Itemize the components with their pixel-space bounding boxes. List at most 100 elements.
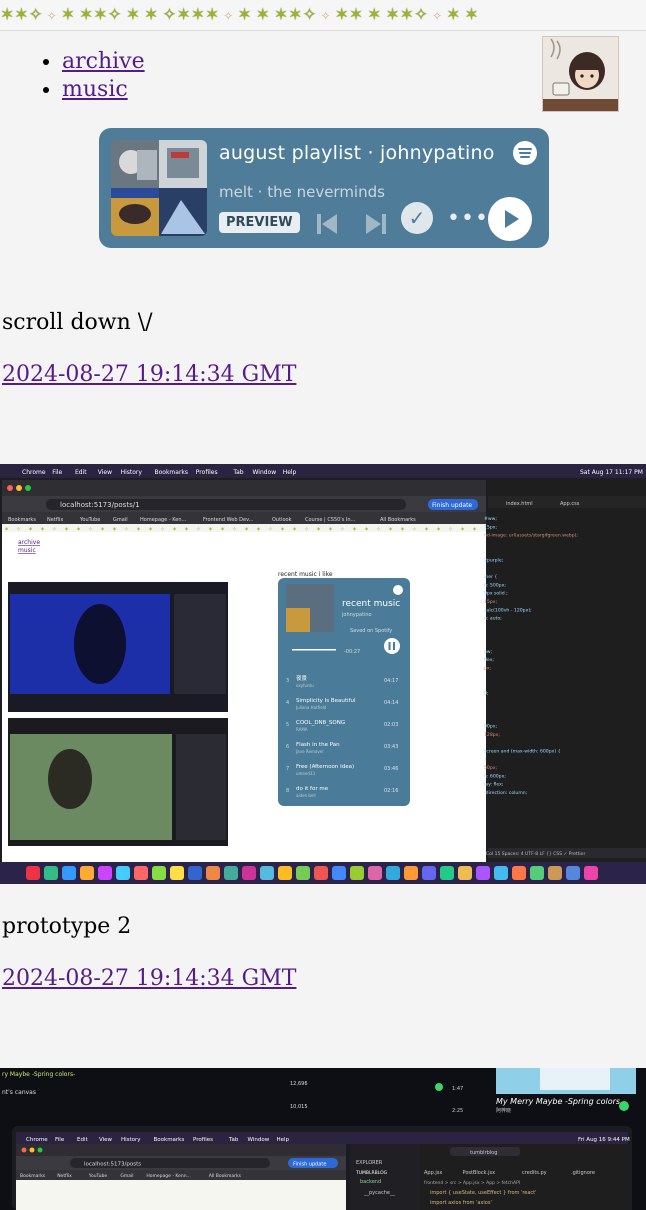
star-decoration-icon: ✶ bbox=[400, 526, 405, 533]
code-line: 0; bbox=[484, 690, 489, 696]
bookmark-item: Outlook bbox=[272, 517, 292, 523]
spotify-embed-player[interactable]: august playlist · johnypatino melt · the… bbox=[99, 128, 549, 248]
menubar-item: File bbox=[52, 469, 62, 476]
next-track-icon[interactable] bbox=[364, 212, 388, 236]
dock-app-icon bbox=[530, 866, 544, 880]
track-name: do it for me bbox=[296, 786, 329, 792]
track-duration: 04:17 bbox=[384, 678, 398, 684]
archive-link[interactable]: archive bbox=[62, 49, 145, 74]
track-number: 4 bbox=[286, 700, 289, 706]
code-line: 15px; bbox=[484, 524, 497, 530]
dock-app-icon bbox=[314, 866, 328, 880]
widget-user: johnypatino bbox=[341, 612, 372, 618]
canvas-label-fragment: nt's canvas bbox=[2, 1089, 36, 1096]
now-playing-title: My Merry Maybe -Spring colors bbox=[496, 1097, 620, 1106]
star-decoration-icon: ✶ bbox=[64, 526, 69, 533]
track-name: Simplicity Is Beautiful bbox=[296, 698, 356, 704]
menubar-item: Chrome bbox=[26, 1137, 48, 1143]
star-border-strip: ✶✶✧ ✧ ✶ ✶✶✧ ✶ ✶ ✧✶✶✶ ✧ ✶ ✶ ✶✶✧ ✧ ✶✶ ✶ ✶✶✧ ✧ ✶ ✶ bbox=[0, 0, 646, 30]
track-artist: RAMA bbox=[296, 727, 308, 732]
inner-nav-link: archive bbox=[18, 539, 40, 546]
code-line: -direction: column; bbox=[484, 790, 528, 796]
widget-saved: Saved on Spotify bbox=[350, 628, 392, 634]
menubar-item: Window bbox=[253, 469, 277, 476]
star-decoration-icon: ✶ bbox=[280, 526, 285, 533]
track-artist: Juliana Hatfield bbox=[295, 705, 327, 710]
track-number: 8 bbox=[286, 788, 289, 794]
code-line: import { useState, useEffect } from 'rea… bbox=[430, 1190, 537, 1196]
star-decoration-icon: ✧ bbox=[304, 526, 309, 533]
play-button[interactable] bbox=[488, 197, 532, 241]
star-decoration-icon: ✶ bbox=[4, 526, 9, 533]
previous-track-icon[interactable] bbox=[315, 212, 339, 236]
dock-app-icon bbox=[224, 866, 238, 880]
editor-tab: credits.py bbox=[522, 1170, 547, 1176]
explorer-heading: EXPLORER bbox=[356, 1160, 383, 1166]
post-date-link[interactable]: 2024-08-27 19:14:34 GMT bbox=[2, 362, 296, 387]
playlist-title: august playlist · johnypatino bbox=[219, 142, 495, 164]
dock-app-icon bbox=[350, 866, 364, 880]
dock-app-icon bbox=[188, 866, 202, 880]
code-line: 2purple; bbox=[484, 558, 504, 564]
star-decoration-icon: ✧ bbox=[124, 526, 129, 533]
recent-music-label: recent music i like bbox=[278, 571, 333, 578]
code-line: 128px; bbox=[484, 732, 500, 738]
code-line: calc(100vh - 120px); bbox=[484, 607, 532, 613]
star-decoration-icon: ✶ bbox=[148, 526, 153, 533]
play-count: 10,015 bbox=[290, 1104, 308, 1110]
dock-app-icon bbox=[80, 866, 94, 880]
editor-status-bar: Col 15 Spaces: 4 UTF-8 LF {} CSS ✓ Prett… bbox=[486, 851, 585, 857]
menubar-item: History bbox=[121, 469, 143, 476]
track-name: COOL_DN8_SONG bbox=[296, 720, 345, 726]
menubar-item: Bookmarks bbox=[155, 469, 189, 476]
widget-title: recent music bbox=[342, 599, 400, 609]
post-caption: prototype 2 bbox=[2, 914, 132, 939]
dock-app-icon bbox=[26, 866, 40, 880]
post-date-link[interactable]: 2024-08-27 19:14:34 GMT bbox=[2, 966, 296, 991]
menubar-item: Edit bbox=[75, 469, 87, 476]
menubar-item: Chrome bbox=[22, 469, 46, 476]
dock-app-icon bbox=[206, 866, 220, 880]
code-line: import axios from 'axios' bbox=[430, 1200, 492, 1206]
code-line: { bbox=[484, 757, 487, 763]
bookmark-item: Gmail bbox=[120, 1173, 133, 1179]
star-decoration-icon: ✶✶✧ bbox=[385, 5, 429, 25]
star-decoration-icon: ✧ bbox=[432, 9, 443, 23]
star-decoration-icon: ✶✶✧ bbox=[79, 5, 122, 25]
code-line: h: 500px; bbox=[484, 582, 506, 588]
dock-app-icon bbox=[242, 866, 256, 880]
play-count: 12,696 bbox=[290, 1081, 308, 1087]
music-link[interactable]: music bbox=[62, 77, 128, 102]
track-duration: 02:16 bbox=[384, 788, 398, 794]
preview-badge: PREVIEW bbox=[219, 212, 300, 233]
star-decoration-icon: ✶ bbox=[144, 5, 159, 25]
now-playing-artist: 阿梓晓 bbox=[496, 1107, 511, 1114]
star-decoration-icon: ✧ bbox=[232, 526, 237, 533]
code-line: 50px; bbox=[484, 765, 497, 771]
star-decoration-icon: ✶ bbox=[436, 526, 441, 533]
star-decoration-icon: ✧ bbox=[320, 9, 331, 23]
site-nav: archive music bbox=[40, 48, 145, 104]
editor-tab: .gitignore bbox=[571, 1170, 595, 1176]
menubar-item: File bbox=[55, 1137, 65, 1143]
star-decoration-icon: ✶ bbox=[255, 5, 270, 25]
finish-update-button: Finish update bbox=[432, 502, 472, 509]
menubar-item: History bbox=[121, 1137, 141, 1143]
dock-app-icon bbox=[386, 866, 400, 880]
dock-app-icon bbox=[404, 866, 418, 880]
track-number: 6 bbox=[286, 744, 289, 750]
star-decoration-icon: ✧ bbox=[376, 526, 381, 533]
song-title-fragment: ry Maybe -Spring colors- bbox=[2, 1071, 75, 1078]
duration: 1:47 bbox=[452, 1086, 463, 1092]
dock-app-icon bbox=[368, 866, 382, 880]
more-options-icon[interactable]: ••• bbox=[447, 206, 489, 231]
duration: 2:25 bbox=[452, 1108, 463, 1114]
spotify-logo-icon[interactable] bbox=[513, 141, 537, 165]
track-duration: 04:14 bbox=[384, 700, 398, 706]
star-decoration-icon: ✧ bbox=[196, 526, 201, 533]
inner-nav-link: music bbox=[18, 547, 36, 554]
code-line: n: auto; bbox=[484, 616, 502, 622]
saved-check-icon[interactable]: ✓ bbox=[401, 202, 433, 234]
star-decoration-icon: ✶ bbox=[316, 526, 321, 533]
star-decoration-icon: ✶ bbox=[220, 526, 225, 533]
